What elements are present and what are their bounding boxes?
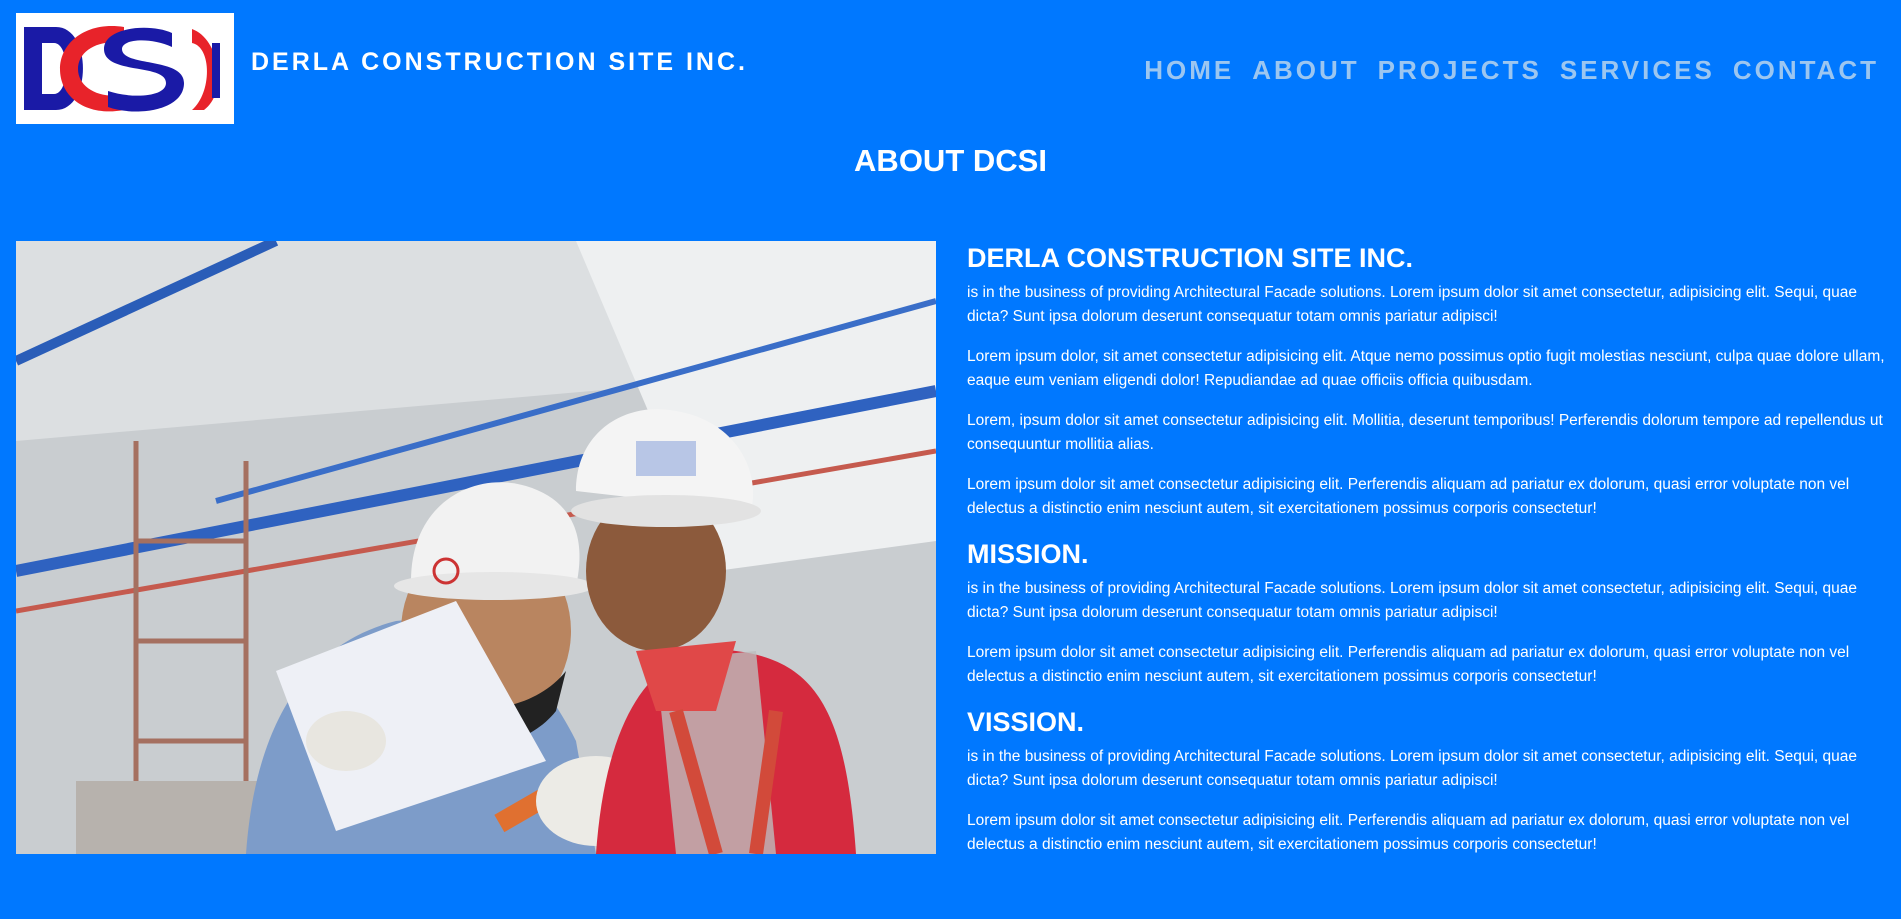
mission-heading: MISSION. (967, 539, 1089, 569)
dcsi-logo[interactable] (16, 13, 234, 124)
logo-icon (24, 26, 220, 112)
nav-home[interactable]: HOME (1144, 55, 1234, 86)
vission-heading: VISSION. (967, 707, 1085, 737)
about-heading: DERLA CONSTRUCTION SITE INC. (967, 243, 1414, 273)
about-paragraph: Lorem ipsum dolor, sit amet consectetur … (967, 348, 1885, 389)
about-paragraph: Lorem, ipsum dolor sit amet consectetur … (967, 412, 1883, 453)
nav-contact[interactable]: CONTACT (1733, 55, 1879, 86)
brand-name: DERLA CONSTRUCTION SITE INC. (251, 48, 748, 76)
site-header: DERLA CONSTRUCTION SITE INC. HOME ABOUT … (0, 0, 1901, 140)
about-paragraph: is in the business of providing Architec… (967, 284, 1858, 325)
vission-paragraph: Lorem ipsum dolor sit amet consectetur a… (967, 812, 1850, 853)
construction-workers-icon (16, 241, 936, 854)
mission-paragraph: is in the business of providing Architec… (967, 580, 1858, 621)
about-content: DERLA CONSTRUCTION SITE INC. is in the b… (967, 241, 1885, 873)
construction-workers-photo (16, 241, 936, 854)
nav-about[interactable]: ABOUT (1252, 55, 1359, 86)
main-nav: HOME ABOUT PROJECTS SERVICES CONTACT (1144, 55, 1879, 86)
nav-projects[interactable]: PROJECTS (1378, 55, 1542, 86)
mission-paragraph: Lorem ipsum dolor sit amet consectetur a… (967, 644, 1850, 685)
vission-paragraph: is in the business of providing Architec… (967, 748, 1858, 789)
page-title: ABOUT DCSI (854, 143, 1047, 178)
about-paragraph: Lorem ipsum dolor sit amet consectetur a… (967, 476, 1850, 517)
nav-services[interactable]: SERVICES (1560, 55, 1715, 86)
